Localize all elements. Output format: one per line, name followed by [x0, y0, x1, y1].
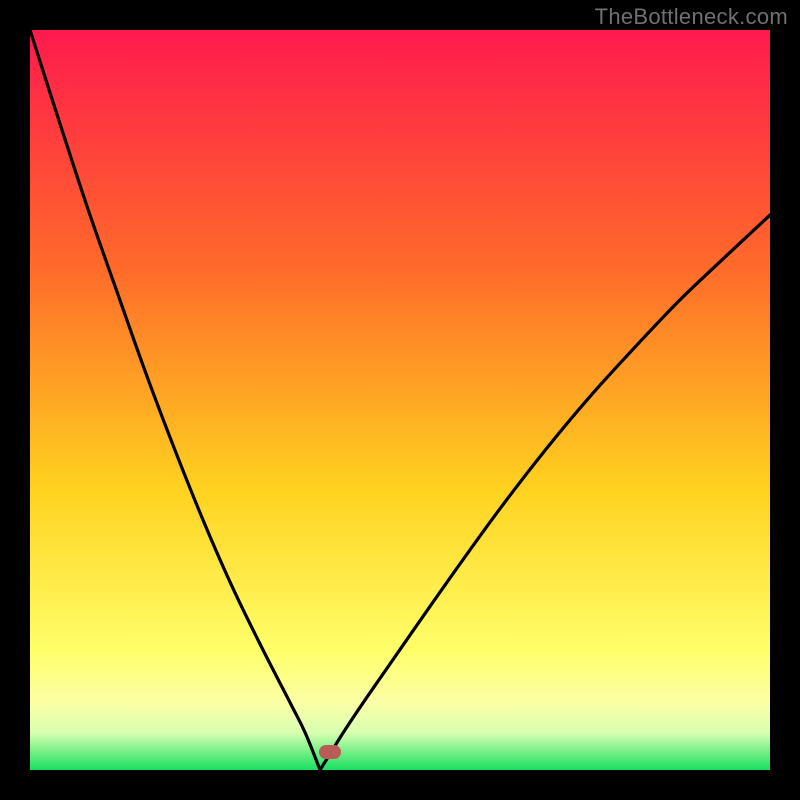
bottleneck-curve: [30, 30, 770, 770]
plot-area: [30, 30, 770, 770]
optimal-point-marker: [319, 745, 341, 759]
watermark-text: TheBottleneck.com: [595, 4, 788, 30]
chart-frame: TheBottleneck.com: [0, 0, 800, 800]
